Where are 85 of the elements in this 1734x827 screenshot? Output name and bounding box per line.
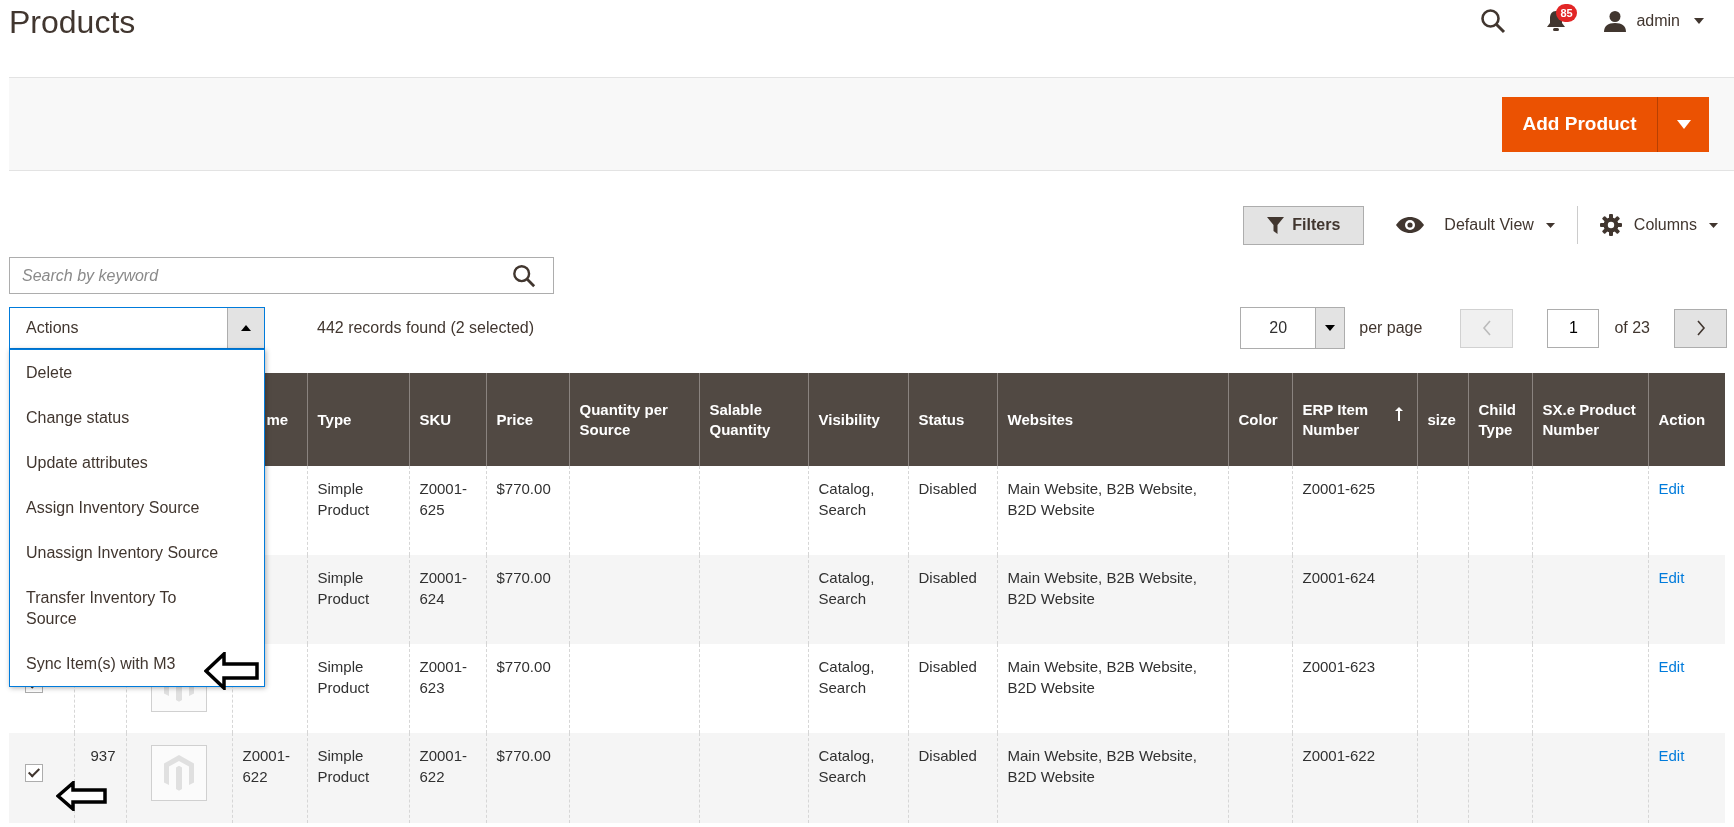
menu-item[interactable]: Unassign Inventory Source bbox=[10, 530, 264, 575]
table-cell: $770.00 bbox=[496, 658, 551, 675]
add-product-button[interactable]: Add Product bbox=[1502, 96, 1658, 152]
user-menu[interactable]: admin bbox=[1636, 12, 1680, 30]
page-number-field[interactable]: 1 bbox=[1547, 308, 1600, 348]
pointer-arrow-drawing bbox=[56, 781, 108, 811]
table-cell: Catalog, Search bbox=[818, 569, 875, 607]
table-cell: Disabled bbox=[918, 658, 977, 675]
table-cell: Catalog, Search bbox=[818, 747, 875, 785]
edit-link[interactable]: Edit bbox=[1658, 569, 1685, 586]
table-cell: Z0001-623 bbox=[419, 658, 468, 696]
search-field[interactable]: Search by keyword bbox=[9, 257, 554, 294]
search-icon[interactable] bbox=[1480, 8, 1507, 34]
table-cell: Simple Product bbox=[317, 480, 370, 518]
column-header[interactable]: Salable Quantity bbox=[699, 373, 808, 466]
actions-dropdown[interactable]: Actions bbox=[9, 307, 265, 349]
caret-icon[interactable] bbox=[1545, 222, 1555, 228]
table-cell: $770.00 bbox=[496, 480, 551, 497]
caret-icon bbox=[241, 325, 251, 331]
caret-icon bbox=[1325, 325, 1336, 331]
caret-icon[interactable] bbox=[1709, 222, 1718, 228]
edit-link[interactable]: Edit bbox=[1658, 658, 1685, 675]
notification-count: 85 bbox=[1556, 4, 1577, 22]
column-header[interactable]: Type bbox=[307, 373, 409, 466]
eye-icon[interactable] bbox=[1396, 217, 1425, 233]
row-checkbox[interactable] bbox=[25, 764, 43, 782]
search-icon[interactable] bbox=[512, 264, 536, 288]
menu-item[interactable]: Transfer Inventory To Source bbox=[10, 575, 264, 641]
column-header[interactable]: SKU bbox=[409, 373, 486, 466]
sort-ascending-icon bbox=[1394, 407, 1403, 421]
table-cell: Main Website, B2B Website, B2D Website bbox=[1007, 569, 1198, 607]
table-cell: Z0001-624 bbox=[1302, 569, 1376, 586]
table-cell: Z0001-623 bbox=[1302, 658, 1376, 675]
table-cell: Z0001-622 bbox=[1302, 747, 1376, 764]
table-cell: Z0001-622 bbox=[242, 747, 291, 785]
funnel-icon bbox=[1267, 216, 1285, 234]
table-cell: Disabled bbox=[918, 569, 977, 586]
columns-selector[interactable]: Columns bbox=[1633, 216, 1697, 234]
menu-item[interactable]: Sync Item(s) with M3 bbox=[10, 641, 264, 686]
column-header[interactable]: SX.e Product Number bbox=[1532, 373, 1648, 466]
table-cell: $770.00 bbox=[496, 569, 551, 586]
table-cell: Z0001-624 bbox=[419, 569, 468, 607]
edit-link[interactable]: Edit bbox=[1658, 480, 1685, 497]
table-cell: Catalog, Search bbox=[818, 480, 875, 518]
column-header[interactable]: Color bbox=[1228, 373, 1292, 466]
view-selector[interactable]: Default View bbox=[1444, 216, 1534, 234]
table-cell: Z0001-625 bbox=[419, 480, 468, 518]
table-cell: Simple Product bbox=[317, 658, 370, 696]
column-header[interactable]: size bbox=[1417, 373, 1468, 466]
page-title: Products bbox=[9, 4, 136, 41]
table-cell: Simple Product bbox=[317, 569, 370, 607]
column-header[interactable]: Visibility bbox=[808, 373, 908, 466]
per-page-select[interactable]: 20 bbox=[1240, 307, 1346, 349]
placeholder-image-icon bbox=[151, 745, 207, 801]
column-header[interactable]: Quantity per Source bbox=[569, 373, 699, 466]
column-header[interactable]: Action bbox=[1648, 373, 1725, 466]
user-icon[interactable] bbox=[1604, 10, 1627, 32]
caret-icon[interactable] bbox=[1694, 18, 1704, 24]
caret-icon bbox=[1676, 119, 1691, 129]
table-cell: Main Website, B2B Website, B2D Website bbox=[1007, 658, 1198, 696]
table-cell: $770.00 bbox=[496, 747, 551, 764]
column-header[interactable]: Websites bbox=[997, 373, 1228, 466]
table-cell: Catalog, Search bbox=[818, 658, 875, 696]
table-cell: Disabled bbox=[918, 480, 977, 497]
settings-icon[interactable] bbox=[1599, 214, 1622, 236]
menu-item[interactable]: Assign Inventory Source bbox=[10, 485, 264, 530]
add-product-options-button[interactable] bbox=[1658, 96, 1709, 152]
table-cell: Disabled bbox=[918, 747, 977, 764]
table-cell-text: 937 bbox=[89, 746, 116, 766]
table-cell: Main Website, B2B Website, B2D Website bbox=[1007, 747, 1198, 785]
filters-button[interactable]: Filters bbox=[1243, 205, 1365, 245]
records-count: 442 records found (2 selected) bbox=[317, 319, 534, 337]
table-cell: Z0001-625 bbox=[1302, 480, 1376, 497]
table-cell: Main Website, B2B Website, B2D Website bbox=[1007, 480, 1198, 518]
table-cell: Simple Product bbox=[317, 747, 370, 785]
page-total: of 23 bbox=[1614, 319, 1650, 337]
column-header[interactable]: Price bbox=[486, 373, 569, 466]
chevron-right-icon bbox=[1695, 320, 1706, 336]
edit-link[interactable]: Edit bbox=[1658, 747, 1685, 764]
column-header[interactable]: Child Type bbox=[1468, 373, 1532, 466]
chevron-left-icon bbox=[1481, 320, 1492, 336]
column-header[interactable]: ERP Item Number bbox=[1292, 373, 1417, 466]
column-header[interactable]: Status bbox=[908, 373, 997, 466]
table-cell: Z0001-622 bbox=[419, 747, 468, 785]
per-page-label: per page bbox=[1359, 319, 1423, 337]
